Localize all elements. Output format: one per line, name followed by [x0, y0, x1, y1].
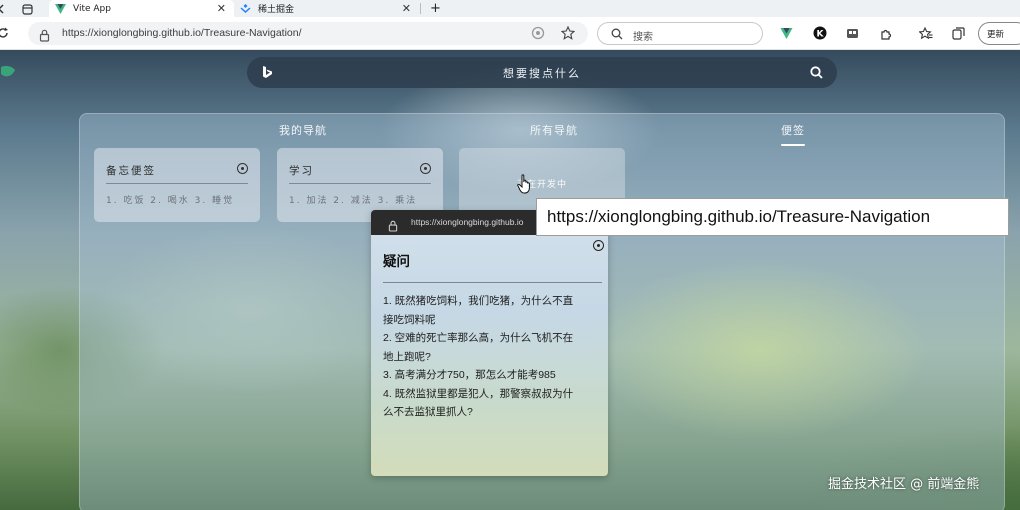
- extensions-icon[interactable]: [879, 26, 893, 40]
- active-tab-indicator: [781, 144, 805, 146]
- tab-my-navigation[interactable]: 我的导航: [279, 122, 327, 138]
- memo-title: 学习: [289, 165, 314, 177]
- update-button[interactable]: 更新: [978, 22, 1020, 45]
- popup-line: 地上跑呢?: [383, 350, 431, 363]
- link-tooltip: https://xionglongbing.github.io/Treasure…: [536, 198, 1009, 236]
- close-tab-icon[interactable]: ✕: [402, 2, 411, 15]
- new-tab-button[interactable]: +: [424, 0, 441, 17]
- site-search-placeholder: 想要搜点什么: [503, 67, 581, 80]
- memo-divider: [106, 183, 248, 184]
- juejin-icon: [240, 3, 251, 14]
- address-url: https://xionglongbing.github.io/Treasure…: [62, 27, 302, 39]
- popup-body: 1. 既然猪吃饲料，我们吃猪，为什么不直 接吃饲料呢 2. 空难的死亡率那么高，…: [383, 292, 603, 422]
- navigation-page: 想要搜点什么 我的导航 所有导航 便签 备忘便签 1. 吃饭 2. 喝水 3. …: [0, 50, 1020, 510]
- memo-title: 备忘便签: [106, 165, 156, 177]
- popup-title: 疑问: [383, 254, 410, 270]
- lock-icon: [388, 217, 398, 236]
- collections-icon[interactable]: [951, 26, 965, 40]
- memo-body: 1. 吃饭 2. 喝水 3. 睡觉: [106, 196, 235, 206]
- tab-all-navigation[interactable]: 所有导航: [530, 122, 578, 138]
- memo-card[interactable]: 备忘便签 1. 吃饭 2. 喝水 3. 睡觉: [94, 148, 260, 222]
- note-popup: https://xionglongbing.github.io 疑问 1. 既然…: [371, 210, 608, 476]
- watermark: 掘金技术社区 @ 前端金熊: [828, 477, 980, 492]
- site-search-bar[interactable]: 想要搜点什么: [247, 57, 837, 88]
- vue-devtools-icon[interactable]: [779, 26, 793, 40]
- browser-search-box[interactable]: 搜索: [597, 22, 763, 45]
- close-circle-icon[interactable]: [237, 163, 248, 174]
- extension-grid-icon[interactable]: [845, 26, 859, 40]
- tab-juejin[interactable]: 稀土掘金 ✕: [234, 0, 419, 17]
- browser-toolbar: https://xionglongbing.github.io/Treasure…: [0, 17, 1020, 50]
- hand-pointer-icon: [517, 174, 533, 198]
- tab-notes[interactable]: 便签: [781, 122, 805, 138]
- svg-text:K: K: [817, 30, 825, 40]
- search-icon[interactable]: [809, 65, 823, 79]
- tab-divider: [420, 3, 421, 14]
- popup-url: https://xionglongbing.github.io: [411, 217, 524, 227]
- update-button-label: 更新: [987, 30, 1005, 40]
- popup-line: 么不去监狱里抓人?: [383, 406, 473, 418]
- close-tab-icon[interactable]: ✕: [217, 2, 226, 15]
- memo-body: 1. 加法 2. 减法 3. 乘法: [289, 196, 418, 206]
- popup-line: 2. 空难的死亡率那么高，为什么飞机不在: [383, 332, 574, 344]
- refresh-icon[interactable]: [0, 26, 10, 40]
- search-icon: [610, 27, 624, 41]
- popup-divider: [383, 282, 602, 283]
- back-icon[interactable]: [0, 2, 8, 16]
- dev-card-text: 正在开发中: [516, 180, 567, 190]
- memo-divider: [289, 183, 431, 184]
- tab-title: Vite App: [73, 3, 111, 14]
- tab-actions-icon[interactable]: [20, 2, 34, 16]
- leaf-logo-icon[interactable]: [0, 64, 16, 80]
- popup-line: 4. 既然监狱里都是犯人，那警察叔叔为什: [383, 387, 574, 400]
- search-placeholder: 搜索: [633, 32, 653, 43]
- favorites-icon[interactable]: [919, 26, 933, 40]
- tracking-icon[interactable]: [531, 26, 545, 40]
- close-circle-icon[interactable]: [593, 240, 604, 251]
- address-bar[interactable]: https://xionglongbing.github.io/Treasure…: [28, 22, 588, 45]
- lock-icon: [39, 27, 50, 46]
- close-circle-icon[interactable]: [420, 163, 431, 174]
- browser-tab-bar: Vite App ✕ 稀土掘金 ✕ +: [0, 0, 1020, 17]
- vue-icon: [55, 3, 66, 14]
- popup-line: 1. 既然猪吃饲料，我们吃猪，为什么不直: [383, 295, 574, 307]
- popup-line: 接吃饲料呢: [383, 313, 436, 326]
- tab-title: 稀土掘金: [258, 5, 295, 15]
- extension-k-icon[interactable]: K: [813, 26, 827, 40]
- popup-line: 3. 高考满分才750，那怎么才能考985: [383, 369, 556, 381]
- tab-vite-app[interactable]: Vite App ✕: [49, 0, 234, 17]
- favorite-star-icon[interactable]: [561, 26, 575, 40]
